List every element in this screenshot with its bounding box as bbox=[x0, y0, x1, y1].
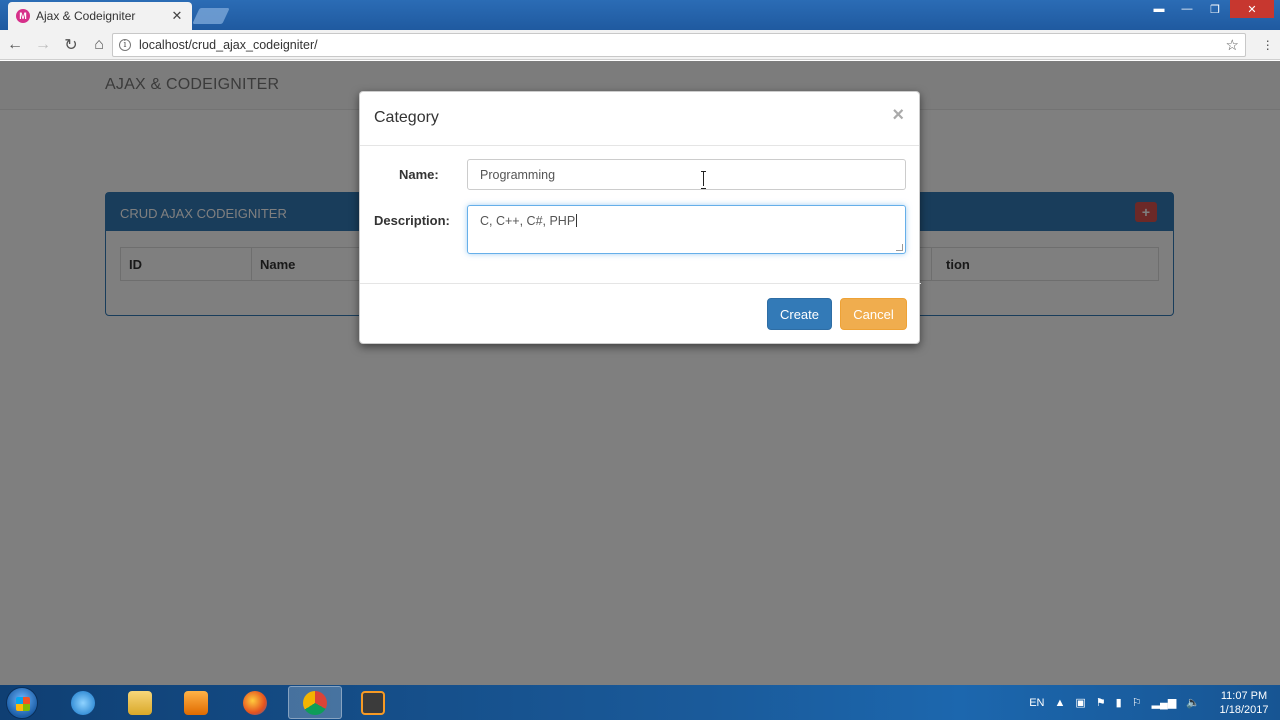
forward-icon[interactable]: → bbox=[30, 32, 56, 58]
modal-footer: Create Cancel bbox=[360, 283, 921, 345]
tray-flag-icon[interactable]: ⚐ bbox=[1132, 696, 1142, 709]
modal-header: Category × bbox=[360, 92, 919, 146]
text-caret bbox=[576, 214, 578, 227]
sublime-text-icon[interactable] bbox=[346, 686, 400, 719]
window-controls: ▬ — ❐ ✕ bbox=[1144, 0, 1274, 18]
restore-icon[interactable]: ❐ bbox=[1202, 0, 1228, 18]
create-button[interactable]: Create bbox=[767, 298, 832, 330]
cancel-button[interactable]: Cancel bbox=[840, 298, 907, 330]
clock-date: 1/18/2017 bbox=[1219, 703, 1269, 716]
resize-grip-icon[interactable] bbox=[896, 244, 903, 251]
description-label: Description: bbox=[374, 213, 450, 228]
clock-time: 11:07 PM bbox=[1220, 689, 1268, 702]
name-input-value: Programming bbox=[480, 168, 556, 182]
page-content: AJAX & CODEIGNITER CRUD AJAX CODEIGNITER… bbox=[0, 61, 1280, 685]
name-label: Name: bbox=[399, 167, 439, 182]
text-cursor-icon bbox=[701, 171, 707, 189]
tray-network-icon[interactable]: ▮ bbox=[1116, 696, 1122, 709]
bookmark-star-icon[interactable]: ☆ bbox=[1226, 36, 1239, 54]
minimize-icon[interactable]: — bbox=[1174, 0, 1200, 18]
start-button[interactable] bbox=[6, 687, 38, 719]
name-input[interactable]: Programming bbox=[467, 159, 906, 190]
close-icon[interactable]: × bbox=[892, 104, 904, 127]
browser-tab[interactable]: M Ajax & Codeigniter ✕ bbox=[8, 2, 192, 30]
signal-icon[interactable]: ▂▄▆ bbox=[1152, 696, 1177, 709]
address-bar[interactable]: i localhost/crud_ajax_codeigniter/ ☆ bbox=[112, 33, 1246, 57]
reload-icon[interactable]: ↻ bbox=[58, 32, 84, 58]
language-indicator[interactable]: EN bbox=[1029, 697, 1044, 709]
modal-title: Category bbox=[374, 109, 439, 126]
favicon-icon: M bbox=[16, 9, 30, 23]
windows-logo-icon bbox=[16, 697, 30, 711]
back-icon[interactable]: ← bbox=[2, 32, 28, 58]
menu-icon[interactable]: · · · bbox=[1265, 33, 1270, 55]
info-icon[interactable]: i bbox=[119, 39, 131, 51]
category-modal: Category × Name: Programming Description… bbox=[359, 91, 921, 345]
url-text: localhost/crud_ajax_codeigniter/ bbox=[139, 38, 318, 52]
firefox-icon[interactable] bbox=[228, 686, 282, 719]
window-close-icon[interactable]: ✕ bbox=[1230, 0, 1274, 18]
browser-titlebar: M Ajax & Codeigniter ✕ ▬ — ❐ ✕ bbox=[0, 0, 1280, 30]
user-icon[interactable]: ▬ bbox=[1146, 0, 1172, 18]
description-textarea-value: C, C++, C#, PHP bbox=[480, 214, 576, 228]
file-explorer-icon[interactable] bbox=[113, 686, 167, 719]
windows-taskbar: EN ▲ ▣ ⚑ ▮ ⚐ ▂▄▆ 🔈 11:07 PM 1/18/2017 bbox=[0, 685, 1280, 720]
volume-icon[interactable]: 🔈 bbox=[1186, 696, 1200, 709]
system-tray: EN ▲ ▣ ⚑ ▮ ⚐ ▂▄▆ 🔈 11:07 PM 1/18/2017 bbox=[1019, 685, 1274, 720]
tray-expand-icon[interactable]: ▲ bbox=[1054, 697, 1065, 709]
clock[interactable]: 11:07 PM 1/18/2017 bbox=[1214, 689, 1274, 717]
description-textarea[interactable]: C, C++, C#, PHP bbox=[467, 205, 906, 254]
tab-title: Ajax & Codeigniter bbox=[36, 9, 136, 23]
home-icon[interactable]: ⌂ bbox=[86, 32, 112, 58]
chrome-icon[interactable] bbox=[288, 686, 342, 719]
media-player-icon[interactable] bbox=[169, 686, 223, 719]
tray-app-icon[interactable]: ▣ bbox=[1075, 696, 1085, 709]
tray-security-icon[interactable]: ⚑ bbox=[1096, 696, 1106, 709]
browser-toolbar: ← → ↻ ⌂ i localhost/crud_ajax_codeignite… bbox=[0, 30, 1280, 60]
new-tab-button[interactable] bbox=[192, 8, 230, 24]
tab-close-icon[interactable]: ✕ bbox=[170, 8, 184, 24]
internet-explorer-icon[interactable] bbox=[56, 686, 110, 719]
